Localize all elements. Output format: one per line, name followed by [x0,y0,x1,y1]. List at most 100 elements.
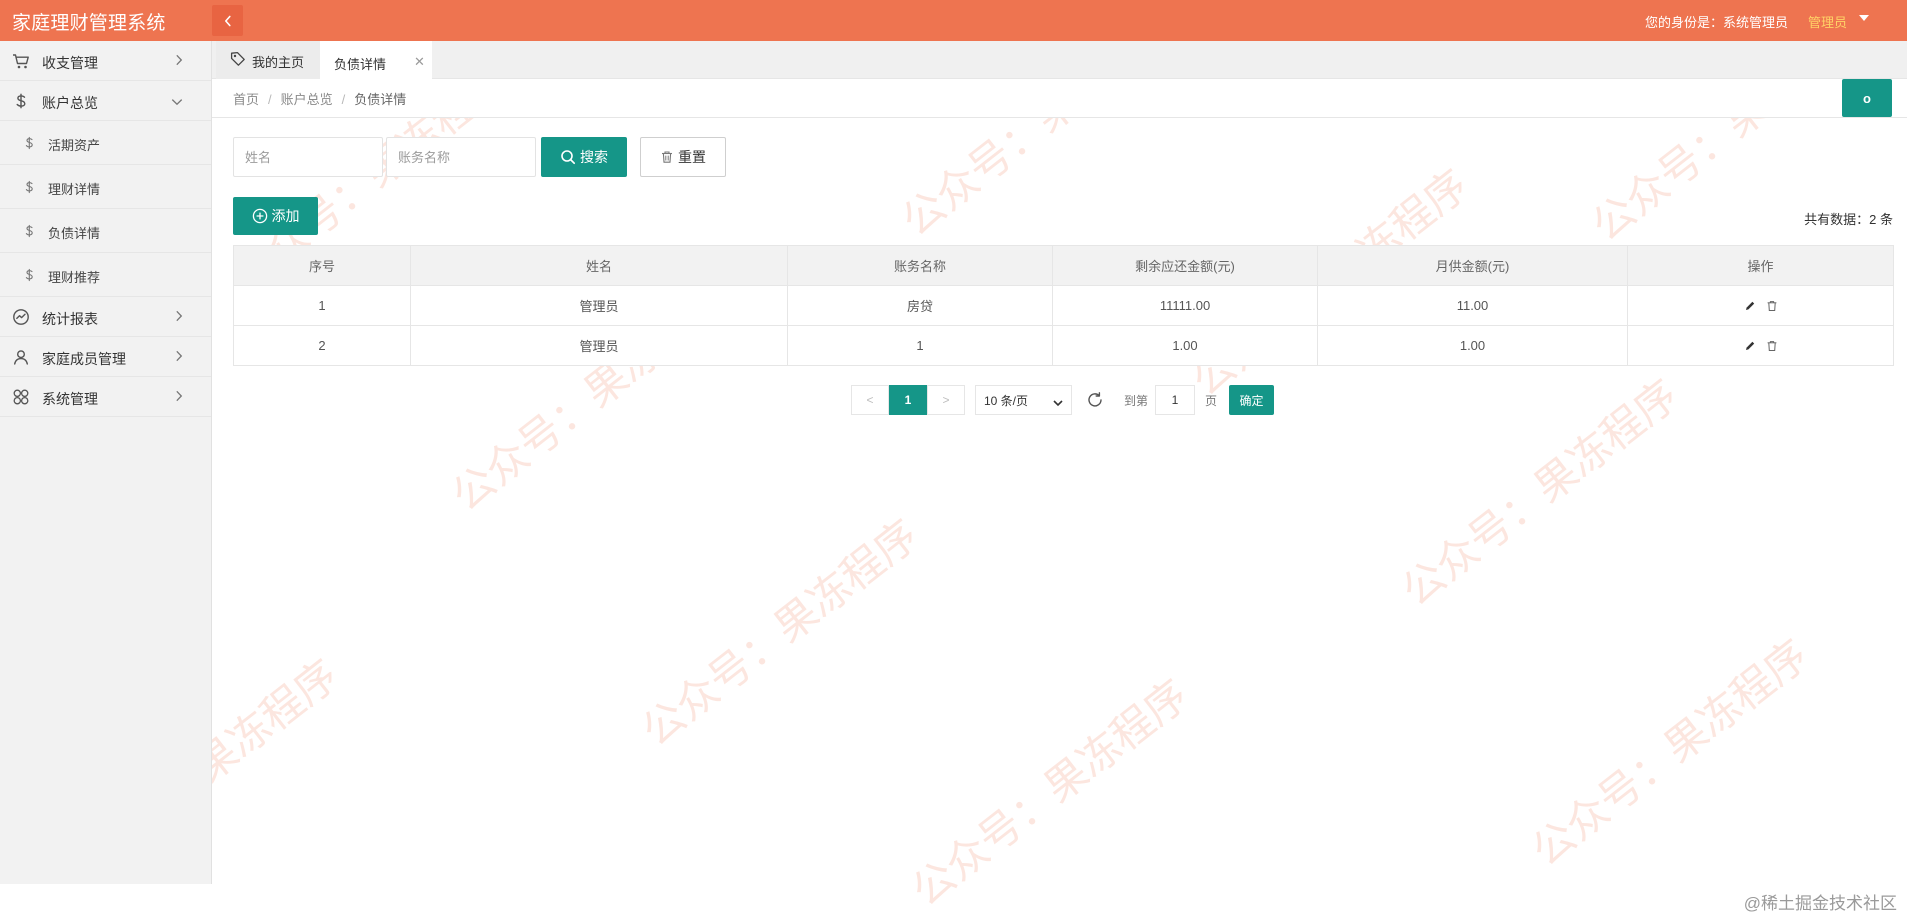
sidebar-item-income-expense[interactable]: 收支管理 [0,41,211,81]
cell-remaining-amount: 11111.00 [1052,285,1318,326]
sidebar-item-label: 活期资产 [48,138,101,153]
chevron-left-icon [224,15,231,26]
tab-label: 负债详情 [334,57,387,72]
page-size-select[interactable]: 10 条/页 [975,385,1072,415]
chevron-down-icon [1053,396,1063,410]
cell-remaining-amount: 1.00 [1052,325,1318,366]
identity-label: 您的身份是：系统管理员 [1644,15,1788,30]
cell-account-name: 房贷 [787,285,1053,326]
sidebar-item-statistics[interactable]: 统计报表 [0,297,211,337]
sidebar-item-label: 系统管理 [42,391,98,407]
delete-icon[interactable] [1766,340,1778,352]
user-icon [12,348,30,366]
sidebar-item-label: 理财推荐 [48,270,101,285]
caret-down-icon[interactable] [1858,13,1870,23]
account-name-input[interactable] [387,138,535,176]
column-header-account-name: 账务名称 [787,245,1053,286]
chevron-right-icon [175,310,183,325]
sidebar-item-label: 统计报表 [42,311,98,327]
breadcrumb-home[interactable]: 首页 [233,92,259,107]
goto-confirm-button[interactable]: 确定 [1229,385,1274,415]
topbar: 家庭理财管理系统 您的身份是：系统管理员 管理员 [0,0,1907,41]
goto-label: 到第 [1123,393,1148,408]
sidebar-subitem-finance-recommendation[interactable]: 理财推荐 [0,253,211,297]
cell-name: 管理员 [410,325,788,366]
apps-icon [12,388,30,406]
table-row: 2 管理员 1 1.00 1.00 [233,325,1894,366]
sidebar: 收支管理 账户总览 活期资产 理财详情 负债详情 理财推荐 统计报表 家庭成员管… [0,41,212,884]
search-button-label: 搜索 [580,149,608,165]
trash-icon [660,150,674,164]
dollar-icon [20,134,38,152]
column-header-monthly-payment: 月供金额(元) [1317,245,1628,286]
add-button-label: 添加 [271,208,300,224]
sidebar-subitem-current-assets[interactable]: 活期资产 [0,121,211,165]
sidebar-item-label: 理财详情 [48,182,101,197]
dollar-icon [20,266,38,284]
sidebar-subitem-liability-details[interactable]: 负债详情 [0,209,211,253]
refresh-button[interactable]: o [1842,79,1892,117]
page-unit-label: 页 [1204,393,1217,408]
sidebar-item-system-management[interactable]: 系统管理 [0,377,211,417]
tab-label: 我的主页 [252,55,305,70]
footer-watermark: @稀土掘金技术社区 [1743,894,1897,913]
search-icon [560,149,576,165]
add-circle-icon [252,208,268,224]
refresh-icon[interactable] [1084,385,1106,415]
page-1-button[interactable]: 1 [889,385,927,415]
chevron-right-icon [175,350,183,365]
tab-home[interactable]: 我的主页 [216,41,328,79]
table: 序号 姓名 账务名称 剩余应还金额(元) 月供金额(元) 操作 1 管理员 房贷… [233,245,1894,366]
cell-actions [1627,285,1894,326]
dollar-icon [12,92,30,110]
sidebar-item-family-members[interactable]: 家庭成员管理 [0,337,211,377]
edit-icon[interactable] [1744,300,1756,312]
sidebar-item-label: 负债详情 [48,226,101,241]
tab-bar: 我的主页 负债详情 ✕ [212,41,1907,79]
chevron-right-icon [175,390,183,405]
edit-icon[interactable] [1744,340,1756,352]
cell-monthly-payment: 1.00 [1317,325,1628,366]
breadcrumb: 首页 / 账户总览 / 负债详情 [233,89,406,108]
column-header-remaining-amount: 剩余应还金额(元) [1052,245,1318,286]
name-input[interactable] [234,138,382,176]
close-icon[interactable]: ✕ [414,54,425,70]
cell-account-name: 1 [787,325,1053,366]
delete-icon[interactable] [1766,300,1778,312]
cell-name: 管理员 [410,285,788,326]
role-menu[interactable]: 管理员 [1808,12,1847,31]
next-page-button[interactable]: > [927,385,965,415]
add-button[interactable]: 添加 [233,197,318,235]
record-count: 共有数据：2 条 [1804,212,1893,227]
chart-circle-icon [12,308,30,326]
cell-monthly-payment: 11.00 [1317,285,1628,326]
chevron-right-icon [175,54,183,69]
liability-table: 序号 姓名 账务名称 剩余应还金额(元) 月供金额(元) 操作 1 管理员 房贷… [233,245,1894,366]
app-title: 家庭理财管理系统 [12,13,166,34]
page-size-value: 10 条/页 [984,393,1029,408]
column-header-name: 姓名 [410,245,788,286]
sidebar-item-label: 家庭成员管理 [42,351,126,367]
account-name-field[interactable] [386,137,536,177]
sidebar-subitem-finance-details[interactable]: 理财详情 [0,165,211,209]
dollar-icon [20,178,38,196]
collapse-sidebar-button[interactable] [212,5,243,36]
table-row: 1 管理员 房贷 11111.00 11.00 [233,285,1894,326]
watermark-text: 公众号：果冻程序 [902,670,1197,915]
reset-button-label: 重置 [678,149,706,165]
chevron-down-icon [171,94,183,109]
tab-liability-details[interactable]: 负债详情 ✕ [320,41,432,79]
goto-page-input[interactable]: 1 [1155,385,1195,415]
search-button[interactable]: 搜索 [541,137,627,177]
tag-icon [230,51,246,70]
watermark-text: 公众号：果冻程序 [1392,370,1687,615]
breadcrumb-separator: / [268,92,272,107]
name-field[interactable] [233,137,383,177]
breadcrumb-accounts[interactable]: 账户总览 [281,92,333,107]
cell-actions [1627,325,1894,366]
reset-button[interactable]: 重置 [640,137,726,177]
cell-index: 2 [233,325,411,366]
sidebar-item-accounts-overview[interactable]: 账户总览 [0,81,211,121]
prev-page-button[interactable]: < [851,385,889,415]
breadcrumb-bar: 首页 / 账户总览 / 负债详情 o [212,79,1907,118]
